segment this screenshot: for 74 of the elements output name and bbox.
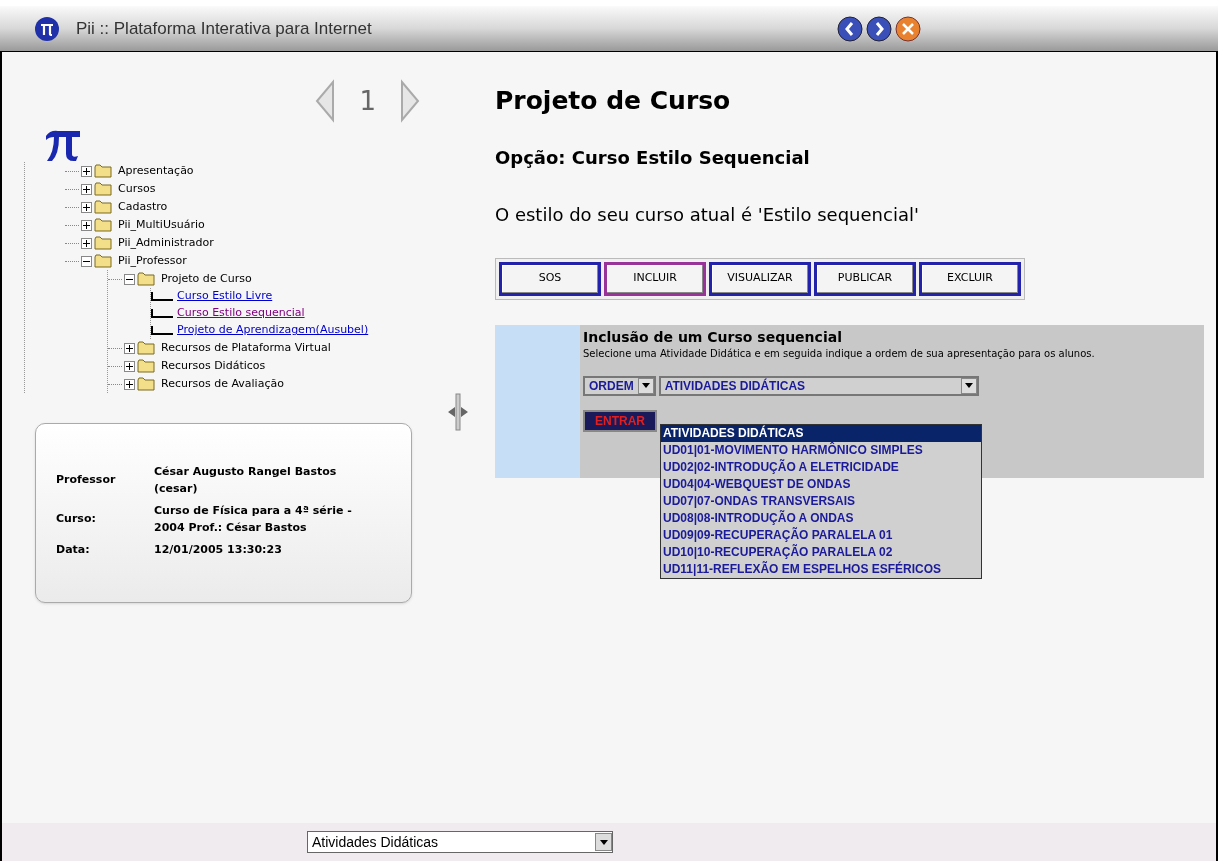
tree-item[interactable]: Projeto de Curso (161, 270, 252, 288)
activity-select[interactable]: ATIVIDADES DIDÁTICAS (658, 375, 979, 396)
toolbar-button[interactable]: PUBLICAR (814, 261, 916, 296)
tree-item[interactable]: Recursos de Avaliação (161, 375, 284, 393)
style-sentence: O estilo do seu curso atual é 'Estilo sequencial' (495, 202, 920, 227)
dropdown-arrow-icon (964, 383, 973, 388)
toolbar-button[interactable]: VISUALIZAR (709, 261, 811, 296)
activity-filter-select[interactable]: Atividades Didáticas (307, 831, 613, 853)
info-label: Curso: (56, 511, 97, 528)
connector-icon (151, 308, 173, 319)
tree-item[interactable]: Cadastro (118, 198, 168, 216)
expand-icon[interactable] (124, 378, 135, 390)
dropdown-option[interactable]: UD01|01-MOVIMENTO HARMÔNICO SIMPLES (661, 441, 981, 459)
page-heading: Projeto de Curso (495, 85, 732, 117)
tree-item[interactable]: Pii_Professor (118, 252, 187, 270)
tree-link[interactable]: Curso Estilo sequencial (177, 305, 305, 322)
folder-icon (94, 182, 112, 196)
expand-icon[interactable] (81, 237, 92, 249)
folder-icon (137, 341, 155, 355)
dropdown-option[interactable]: UD07|07-ONDAS TRANSVERSAIS (661, 492, 981, 510)
folder-icon (94, 200, 112, 214)
folder-icon (94, 254, 112, 268)
tree-item[interactable]: Recursos Didáticos (161, 357, 266, 375)
dropdown-option[interactable]: UD04|04-WEBQUEST DE ONDAS (661, 475, 981, 493)
back-icon[interactable] (837, 15, 863, 42)
expand-icon[interactable] (81, 201, 92, 213)
dropdown-option[interactable]: UD11|11-REFLEXÃO EM ESPELHOS ESFÉRICOS (661, 560, 981, 578)
dropdown-option[interactable]: UD09|09-RECUPERAÇÃO PARALELA 01 (661, 526, 981, 544)
pi-logo-icon (34, 15, 60, 42)
panel-title: Inclusão de um Curso sequencial (583, 327, 843, 347)
expand-icon[interactable] (81, 219, 92, 231)
info-label: Professor (56, 472, 117, 489)
close-icon[interactable] (895, 15, 921, 42)
dropdown-option[interactable]: UD02|02-INTRODUÇÃO A ELETRICIDADE (661, 458, 981, 476)
expand-icon[interactable] (81, 183, 92, 195)
tree-item[interactable]: Pii_Administrador (118, 234, 214, 252)
folder-icon (94, 218, 112, 232)
expand-icon[interactable] (81, 165, 92, 177)
toolbar-button[interactable]: SOS (499, 261, 601, 296)
tree-link[interactable]: Projeto de Aprendizagem(Ausubel) (177, 322, 369, 339)
info-value: César Augusto Rangel Bastos (cesar) (154, 464, 338, 497)
order-select[interactable]: ORDEM (583, 375, 656, 396)
dropdown-arrow-icon (641, 383, 650, 388)
tree-item[interactable]: Pii_MultiUsuário (118, 216, 205, 234)
tree-item[interactable]: Cursos (118, 180, 156, 198)
collapse-icon[interactable] (124, 273, 135, 285)
expand-icon[interactable] (124, 360, 135, 372)
panel-description: Selecione uma Atividade Didática e em seguida indique a ordem de sua apresentação para os alunos. (583, 347, 1096, 360)
forward-icon[interactable] (866, 15, 892, 42)
window-title: Pii :: Plataforma Interativa para Internet (76, 17, 373, 40)
connector-icon (151, 291, 173, 302)
folder-icon (94, 236, 112, 250)
folder-icon (137, 359, 155, 373)
info-value: 12/01/2005 13:30:23 (154, 542, 283, 558)
dropdown-option[interactable]: ATIVIDADES DIDÁTICAS (661, 424, 981, 442)
dropdown-option[interactable]: UD08|08-INTRODUÇÃO A ONDAS (661, 509, 981, 527)
folder-icon (137, 272, 155, 286)
tree-item[interactable]: Recursos de Plataforma Virtual (161, 339, 331, 357)
toolbar-button[interactable]: EXCLUIR (919, 261, 1021, 296)
tree-item[interactable]: Apresentação (118, 162, 194, 180)
folder-icon (94, 164, 112, 178)
expand-icon[interactable] (124, 342, 135, 354)
tree-link[interactable]: Curso Estilo Livre (177, 288, 273, 305)
dropdown-option[interactable]: UD10|10-RECUPERAÇÃO PARALELA 02 (661, 543, 981, 561)
option-heading: Opção: Curso Estilo Sequencial (495, 145, 811, 170)
collapse-icon[interactable] (81, 255, 92, 267)
folder-icon (137, 377, 155, 391)
splitter-icon[interactable] (448, 392, 468, 432)
toolbar-button[interactable]: INCLUIR (604, 261, 706, 296)
connector-icon (151, 325, 173, 336)
dropdown-arrow-icon (599, 839, 608, 845)
info-label: Data: (56, 542, 91, 558)
info-value: Curso de Física para a 4ª série - 2004 Prof.: César Bastos (154, 503, 353, 536)
page-number: 1 (359, 84, 376, 118)
